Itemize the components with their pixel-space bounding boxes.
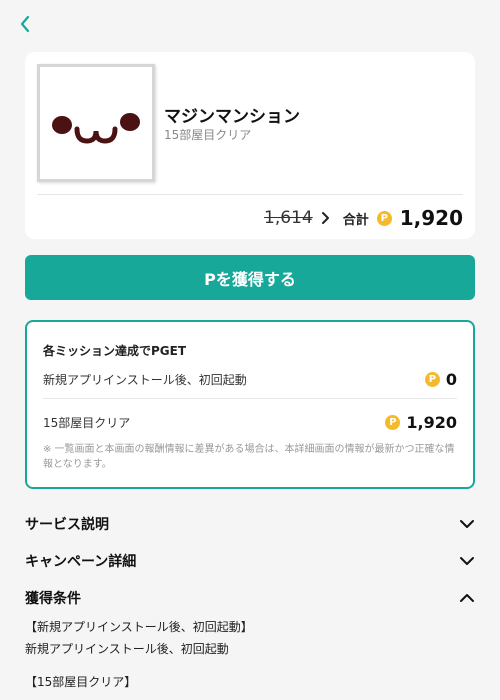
point-coin-icon: P	[385, 414, 401, 430]
section-acquisition-conditions[interactable]: 獲得条件	[25, 585, 475, 611]
mission-points-value: 1,920	[406, 412, 457, 432]
point-coin-icon: P	[376, 210, 392, 226]
app-card: マジンマンション 15部屋目クリア 1,614 合計 P 1,920	[25, 52, 475, 239]
divider	[37, 194, 463, 195]
mission-item: 15部屋目クリア P 1,920	[43, 410, 457, 434]
section-campaign-details[interactable]: キャンペーン詳細	[25, 548, 475, 574]
app-subtitle: 15部屋目クリア	[164, 128, 252, 142]
mission-points: P 0	[424, 369, 457, 389]
section-title: 獲得条件	[25, 591, 81, 607]
mission-box: 各ミッション達成でPGET 新規アプリインストール後、初回起動 P 0 15部屋…	[25, 320, 475, 489]
condition-heading: 【15部屋目クリア】	[25, 675, 137, 689]
back-button[interactable]	[14, 12, 36, 36]
section-service-description[interactable]: サービス説明	[25, 511, 475, 537]
section-title: サービス説明	[25, 517, 109, 533]
total-label: 合計	[342, 212, 369, 228]
app-icon	[37, 64, 155, 182]
condition-text: 新規アプリインストール後、初回起動	[25, 642, 229, 656]
chevron-down-icon	[460, 557, 474, 565]
mission-label: 新規アプリインストール後、初回起動	[43, 372, 247, 387]
chevron-up-icon	[460, 594, 474, 602]
app-name: マジンマンション	[164, 107, 300, 127]
total-value: 1,920	[399, 206, 463, 230]
mission-label: 15部屋目クリア	[43, 415, 131, 430]
point-coin-icon: P	[424, 371, 440, 387]
chevron-down-icon	[460, 520, 474, 528]
divider	[43, 398, 457, 399]
mission-item: 新規アプリインストール後、初回起動 P 0	[43, 367, 457, 391]
mission-points: P 1,920	[385, 413, 457, 432]
chevron-right-icon	[321, 211, 331, 225]
get-points-button[interactable]: Pを獲得する	[25, 255, 475, 300]
condition-heading: 【新規アプリインストール後、初回起動】	[25, 620, 253, 634]
mission-title: 各ミッション達成でPGET	[43, 344, 187, 358]
chevron-left-icon	[20, 15, 30, 33]
mission-points-value: 0	[445, 369, 457, 389]
price-row: 1,614 合計 P 1,920	[264, 204, 463, 232]
old-price: 1,614	[264, 208, 313, 228]
section-title: キャンペーン詳細	[25, 554, 137, 570]
mission-note: ※ 一覧画面と本画面の報酬情報に差異がある場合は、本詳細画面の情報が最新かつ正確…	[43, 444, 455, 470]
